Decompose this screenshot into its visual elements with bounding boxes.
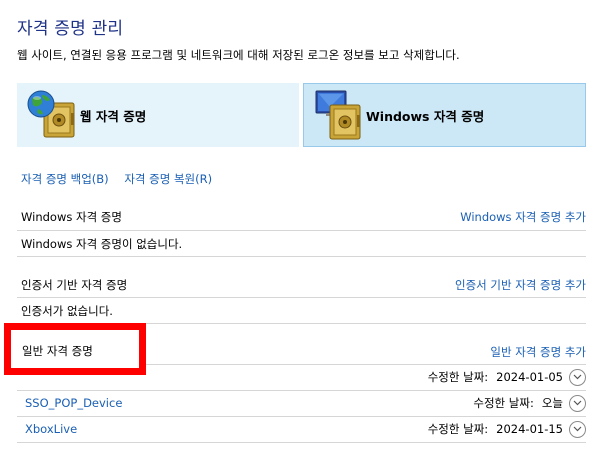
windows-credentials-section-header: Windows 자격 증명 Windows 자격 증명 추가 xyxy=(21,209,586,225)
web-credentials-label: 웹 자격 증명 xyxy=(80,108,147,124)
web-credential-icon xyxy=(27,90,75,138)
section-title-windows: Windows 자격 증명 xyxy=(21,210,122,224)
modified-label: 수정한 날짜: xyxy=(427,422,489,436)
generic-credential-row[interactable]: XboxLive 수정한 날짜: 2024-01-15 xyxy=(17,416,586,442)
modified-label: 수정한 날짜: xyxy=(427,370,489,384)
credential-name[interactable]: XboxLive xyxy=(25,422,428,436)
divider xyxy=(17,256,586,257)
credential-modified: 수정한 날짜: 2024-01-05 xyxy=(428,369,563,385)
certificate-credentials-empty-message: 인증서가 없습니다. xyxy=(21,304,113,318)
credential-modified: 수정한 날짜: 2024-01-15 xyxy=(428,421,563,437)
credential-name[interactable]: SSO_POP_Device xyxy=(25,396,473,410)
divider xyxy=(17,230,586,231)
expand-chevron-icon[interactable] xyxy=(569,420,586,438)
backup-restore-links: 자격 증명 백업(B) 자격 증명 복원(R) xyxy=(21,171,212,187)
modified-label: 수정한 날짜: xyxy=(473,396,534,410)
add-certificate-credential-link[interactable]: 인증서 기반 자격 증명 추가 xyxy=(455,277,586,293)
credential-modified: 수정한 날짜: 오늘 xyxy=(473,395,563,411)
restore-credentials-link[interactable]: 자격 증명 복원(R) xyxy=(124,172,212,186)
backup-credentials-link[interactable]: 자격 증명 백업(B) xyxy=(21,172,109,186)
page-title: 자격 증명 관리 xyxy=(17,19,124,39)
generic-credential-row[interactable]: SSO_POP_Device 수정한 날짜: 오늘 xyxy=(17,390,586,416)
divider xyxy=(17,297,586,298)
web-credentials-button[interactable]: 웹 자격 증명 xyxy=(17,83,299,147)
expand-chevron-icon[interactable] xyxy=(569,368,586,386)
section-title-certificate: 인증서 기반 자격 증명 xyxy=(21,278,128,292)
windows-credentials-empty-message: Windows 자격 증명이 없습니다. xyxy=(21,237,183,251)
expand-chevron-icon[interactable] xyxy=(569,394,586,412)
add-windows-credential-link[interactable]: Windows 자격 증명 추가 xyxy=(460,209,586,225)
add-generic-credential-link[interactable]: 일반 자격 증명 추가 xyxy=(490,344,586,360)
modified-date: 2024-01-15 xyxy=(496,422,563,436)
windows-credentials-button[interactable]: Windows 자격 증명 xyxy=(303,83,586,147)
section-title-generic: 일반 자격 증명 xyxy=(22,344,93,358)
divider xyxy=(17,442,586,443)
certificate-credentials-section-header: 인증서 기반 자격 증명 인증서 기반 자격 증명 추가 xyxy=(21,277,586,293)
windows-credentials-label: Windows 자격 증명 xyxy=(366,108,485,124)
modified-date: 2024-01-05 xyxy=(496,370,563,384)
windows-credential-icon xyxy=(315,90,361,140)
modified-date: 오늘 xyxy=(541,396,563,410)
page-description: 웹 사이트, 연결된 응용 프로그램 및 네트워크에 대해 저장된 로그온 정보… xyxy=(17,48,460,62)
